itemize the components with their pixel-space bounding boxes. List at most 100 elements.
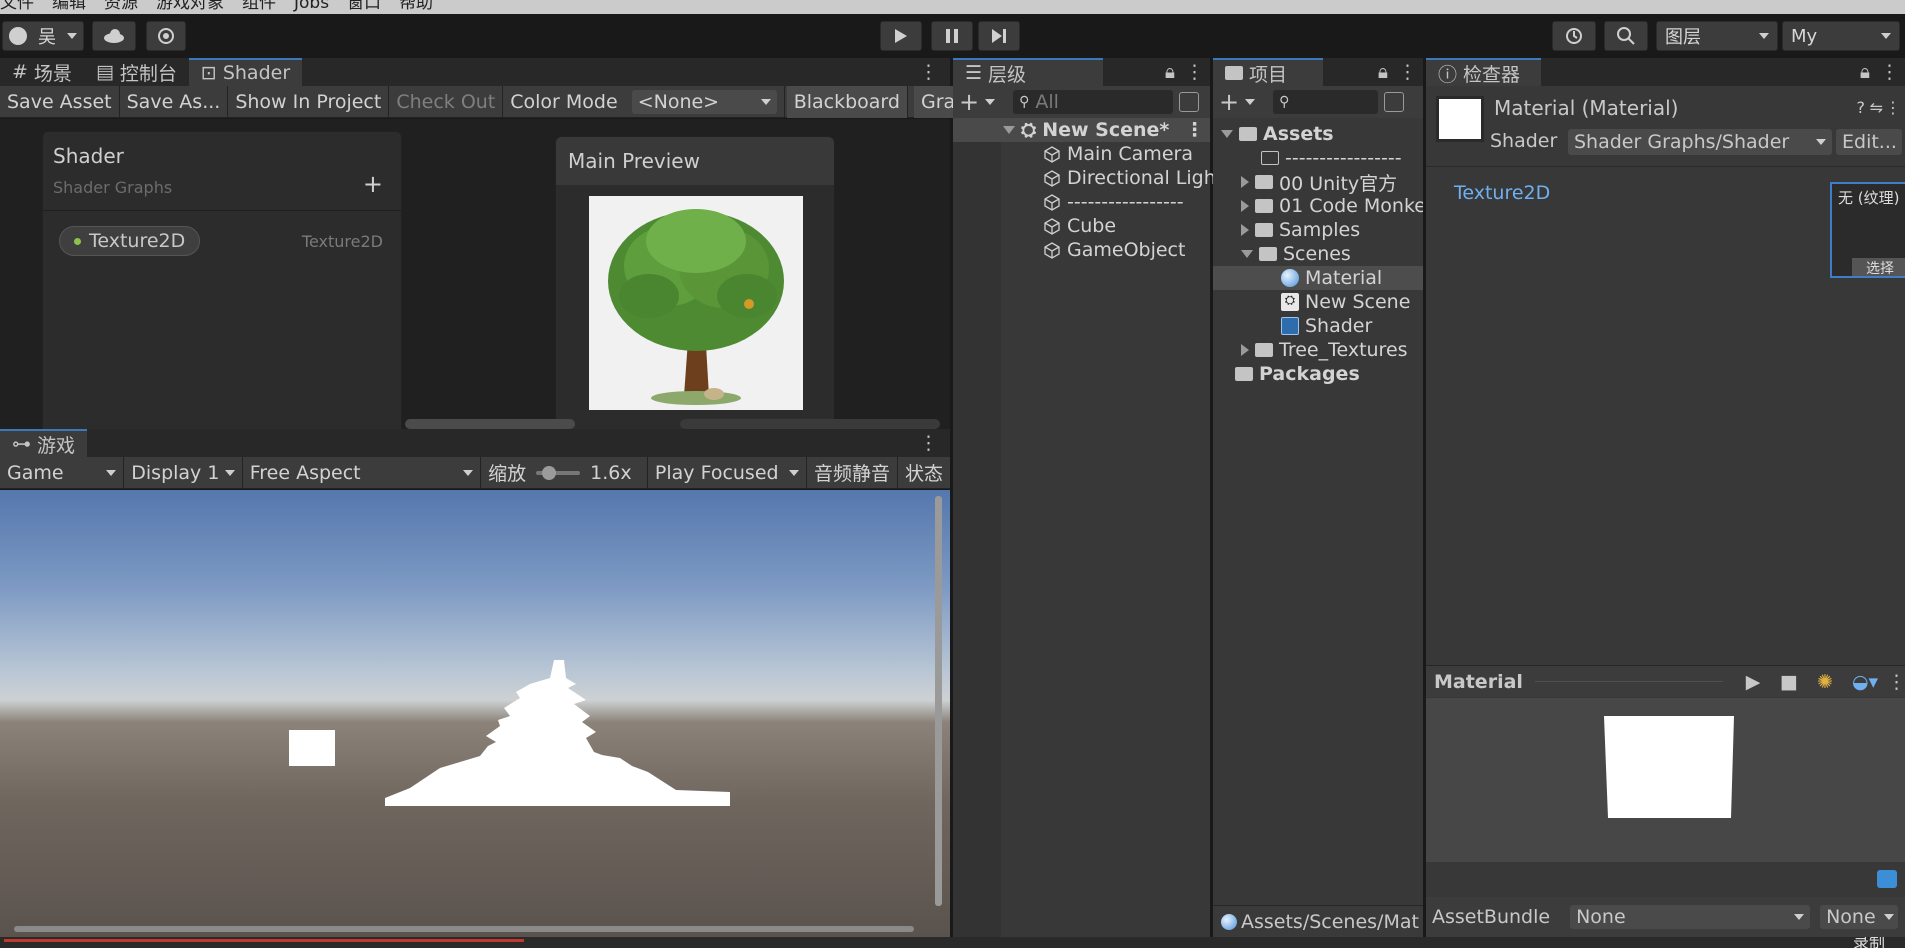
step-button[interactable] xyxy=(978,21,1020,51)
horizontal-scrollbar-2[interactable] xyxy=(680,419,940,429)
menu-component[interactable]: 组件 xyxy=(242,0,276,13)
tab-shader[interactable]: ⊡ Shader xyxy=(188,58,303,86)
pause-button[interactable] xyxy=(931,21,973,51)
show-in-project-button[interactable]: Show In Project xyxy=(228,85,390,118)
menu-gameobject[interactable]: 游戏对象 xyxy=(156,0,224,13)
scale-slider[interactable] xyxy=(536,465,581,480)
more-icon[interactable]: ⋮ xyxy=(1885,98,1901,117)
texture-slot[interactable]: 无 (纹理) 选择 xyxy=(1830,182,1905,278)
tab-console[interactable]: ▤ 控制台 xyxy=(84,58,189,86)
layout-dropdown[interactable]: My xyxy=(1782,21,1900,51)
search-filter-icon[interactable] xyxy=(1384,92,1405,112)
more-icon[interactable]: ⋮ xyxy=(1185,119,1204,141)
drag-handle[interactable] xyxy=(1534,681,1723,682)
game-panel-menu-button[interactable]: ⋮ xyxy=(907,429,950,457)
check-out-button[interactable]: Check Out xyxy=(389,85,504,118)
tab-scene[interactable]: # 场景 xyxy=(0,58,84,86)
slider-thumb[interactable] xyxy=(542,465,557,480)
menu-window[interactable]: 窗口 xyxy=(347,0,381,13)
hierarchy-menu-button[interactable]: ⋮ xyxy=(1179,58,1210,86)
save-asset-button[interactable]: Save Asset xyxy=(0,85,120,118)
hierarchy-item[interactable]: Directional Ligh xyxy=(1043,166,1216,190)
play-button[interactable] xyxy=(880,21,922,51)
stats-toggle[interactable]: 状态 xyxy=(898,457,950,489)
aspect-dropdown[interactable]: Free Aspect xyxy=(243,456,482,489)
material-preview[interactable] xyxy=(1426,698,1905,862)
project-item[interactable]: Tree_Textures xyxy=(1241,338,1408,362)
project-search[interactable]: ⚲ xyxy=(1273,90,1379,114)
project-menu-button[interactable]: ⋮ xyxy=(1392,58,1423,86)
hierarchy-search[interactable]: ⚲ All xyxy=(1013,90,1174,114)
label-tag-icon[interactable] xyxy=(1877,870,1897,888)
settings-icon[interactable]: ⇋ xyxy=(1870,98,1883,117)
tab-hierarchy[interactable]: ☰ 层级 xyxy=(953,58,1103,86)
horizontal-scrollbar[interactable] xyxy=(14,926,914,932)
create-asset-button[interactable]: + xyxy=(1219,88,1239,116)
shader-dropdown[interactable]: Shader Graphs/Shader xyxy=(1568,129,1832,155)
edit-shader-button[interactable]: Edit... xyxy=(1836,129,1902,155)
project-item[interactable]: Scenes xyxy=(1241,242,1351,266)
hierarchy-item[interactable]: GameObject xyxy=(1043,238,1185,262)
blackboard-toggle[interactable]: Blackboard xyxy=(786,85,908,118)
scene-row[interactable]: ⛭ New Scene* ⋮ xyxy=(953,118,1210,142)
scene-visibility-icon[interactable] xyxy=(1179,92,1200,112)
chevron-down-icon[interactable] xyxy=(1245,99,1256,105)
color-mode-dropdown[interactable]: <None> xyxy=(631,89,777,114)
play-preview-icon[interactable]: ▶ xyxy=(1735,671,1771,693)
history-button[interactable] xyxy=(1552,21,1596,51)
project-item-selected[interactable]: Material xyxy=(1213,266,1423,290)
search-button[interactable] xyxy=(1604,21,1648,51)
project-item[interactable]: ----------------- xyxy=(1261,146,1402,170)
menu-jobs[interactable]: Jobs xyxy=(294,0,329,13)
project-item[interactable]: Samples xyxy=(1241,218,1360,242)
light-icon[interactable]: ✺ xyxy=(1807,671,1843,693)
lock-button[interactable]: 🔒︎ xyxy=(1856,58,1874,86)
menu-file[interactable]: 文件 xyxy=(0,0,34,13)
select-texture-button[interactable]: 选择 xyxy=(1852,258,1905,277)
project-item[interactable]: ⛭ New Scene xyxy=(1281,290,1410,314)
account-dropdown[interactable]: 吴 xyxy=(2,21,84,51)
collab-button[interactable] xyxy=(146,21,186,51)
lock-button[interactable]: 🔒︎ xyxy=(1374,58,1392,86)
property-pill[interactable]: Texture2D xyxy=(59,226,201,256)
layers-dropdown[interactable]: 图层 xyxy=(1656,21,1778,51)
console-error-line[interactable] xyxy=(4,939,524,942)
more-icon[interactable]: ⋮ xyxy=(1887,671,1905,693)
vertical-scrollbar[interactable] xyxy=(935,496,942,906)
shader-graph-canvas[interactable]: Shader Shader Graphs + Texture2D Texture… xyxy=(0,119,950,429)
add-object-button[interactable]: + xyxy=(959,88,979,116)
save-as-button[interactable]: Save As... xyxy=(120,85,229,118)
assetbundle-variant-dropdown[interactable]: None xyxy=(1820,905,1899,929)
hierarchy-item[interactable]: ----------------- xyxy=(1043,190,1184,214)
tab-game[interactable]: ⊶ 游戏 xyxy=(0,429,88,457)
scale-control[interactable]: 缩放 1.6x xyxy=(481,456,648,489)
horizontal-scrollbar[interactable] xyxy=(405,419,575,429)
tab-inspector[interactable]: ⓘ 检查器 xyxy=(1426,58,1541,86)
play-focused-dropdown[interactable]: Play Focused xyxy=(648,456,807,489)
display-dropdown[interactable]: Display 1 xyxy=(124,456,243,489)
panel-menu-button[interactable]: ⋮ xyxy=(907,58,950,86)
stop-icon[interactable]: ■ xyxy=(1771,671,1807,693)
help-icon[interactable]: ? xyxy=(1857,98,1866,117)
add-property-button[interactable]: + xyxy=(363,170,383,198)
packages-folder[interactable]: Packages xyxy=(1221,362,1360,386)
mute-audio-toggle[interactable]: 音频静音 xyxy=(807,456,898,489)
cloud-button[interactable] xyxy=(92,21,136,51)
menu-help[interactable]: 帮助 xyxy=(399,0,433,13)
hierarchy-item[interactable]: Main Camera xyxy=(1043,142,1193,166)
game-view[interactable] xyxy=(0,490,950,937)
sphere-mesh-icon[interactable]: ◒▾ xyxy=(1843,671,1887,693)
chevron-down-icon[interactable] xyxy=(985,99,996,105)
menu-edit[interactable]: 编辑 xyxy=(52,0,86,13)
assets-folder[interactable]: Assets xyxy=(1221,122,1334,146)
game-mode-dropdown[interactable]: Game xyxy=(0,456,125,489)
menu-assets[interactable]: 资源 xyxy=(104,0,138,13)
project-item[interactable]: Shader xyxy=(1281,314,1372,338)
project-item[interactable]: 01 Code Monke xyxy=(1241,194,1423,218)
inspector-menu-button[interactable]: ⋮ xyxy=(1874,58,1905,86)
project-item[interactable]: 00 Unity官方 xyxy=(1241,170,1397,195)
tab-project[interactable]: 项目 xyxy=(1213,58,1323,86)
assetbundle-dropdown[interactable]: None xyxy=(1570,905,1811,929)
hierarchy-item[interactable]: Cube xyxy=(1043,214,1116,238)
lock-button[interactable]: 🔒︎ xyxy=(1161,58,1179,86)
